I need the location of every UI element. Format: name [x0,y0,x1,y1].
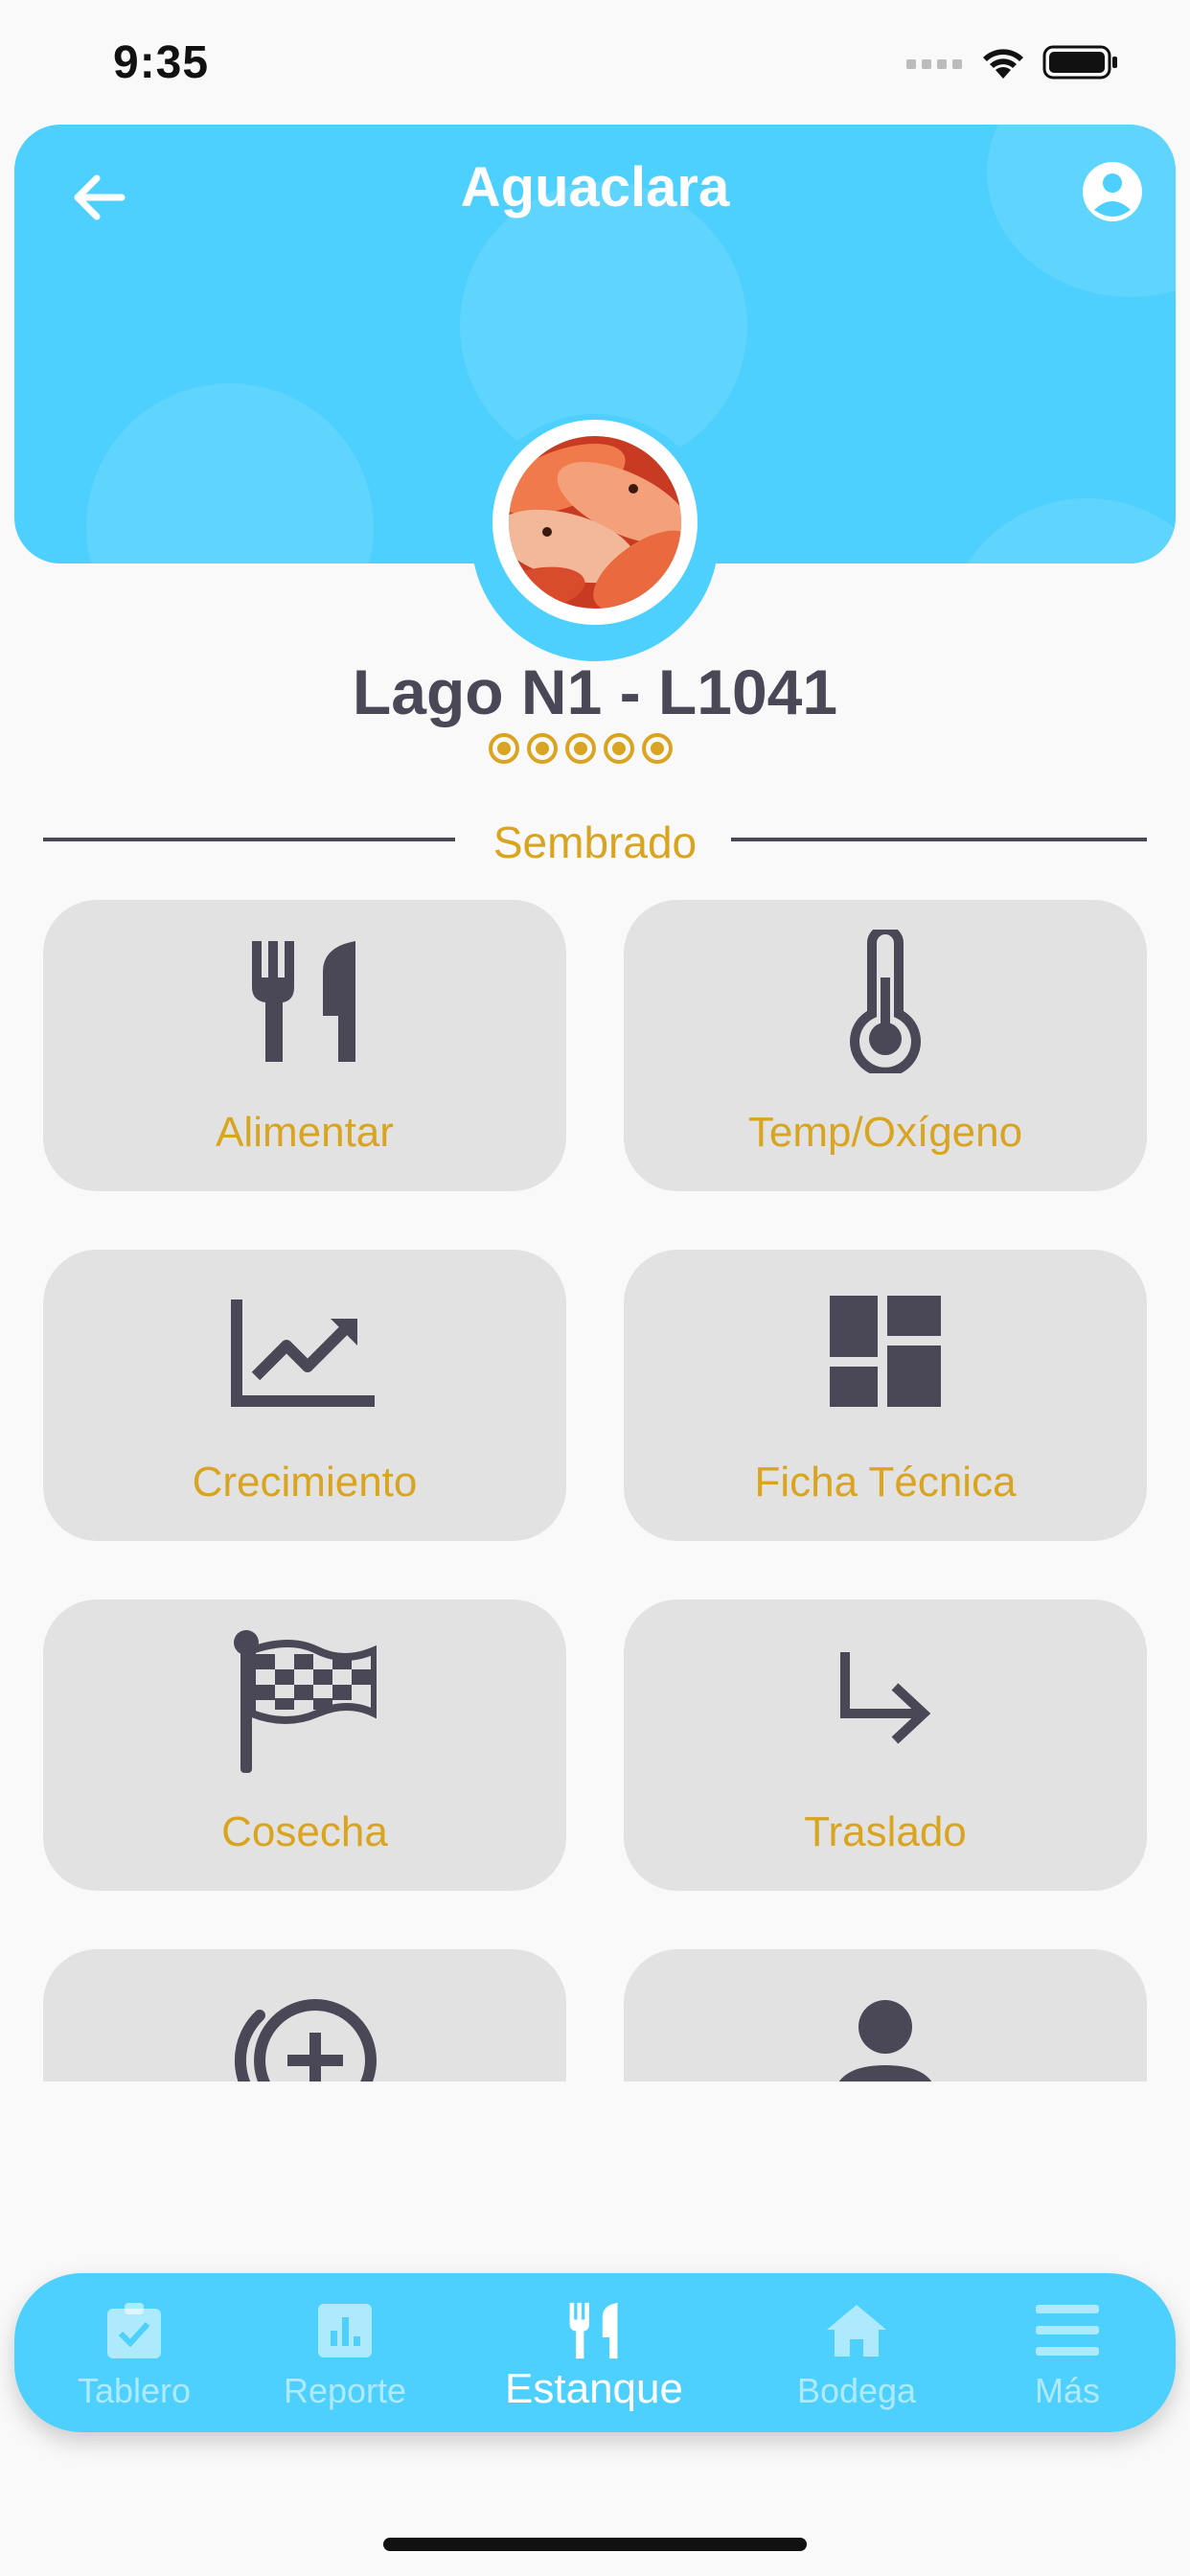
nav-reporte[interactable]: Reporte [246,2273,444,2432]
fish-photo [509,436,681,609]
temp-oxigeno-button[interactable]: Temp/Oxígeno [624,900,1147,1191]
person-icon [838,2000,932,2082]
nav-mas-label: Más [1034,2371,1100,2410]
traslado-button[interactable]: Traslado [624,1599,1147,1891]
decorative-bubble [944,498,1176,564]
alimentar-button[interactable]: Alimentar [43,900,566,1191]
trending-up-chart-icon [231,1300,375,1407]
nav-bodega[interactable]: Bodega [758,2273,955,2432]
checkered-flag-icon [234,1630,377,1773]
action-grid: Alimentar Temp/Oxígeno Crecimiento Ficha… [0,891,1190,2082]
add-action-button[interactable] [43,1949,566,2082]
menu-icon [1036,2305,1099,2356]
wifi-icon [983,49,1023,79]
nav-tablero-label: Tablero [77,2371,192,2410]
temp-oxigeno-label: Temp/Oxígeno [747,1109,1023,1156]
bottom-nav: Tablero Reporte Estanque Bodega Más [14,2273,1176,2432]
subdirectory-arrow-icon [840,1652,931,1744]
thermometer-icon [850,930,921,1073]
profile-button[interactable] [1078,157,1147,226]
person-action-button[interactable] [624,1949,1147,2082]
rating-dot-icon [565,733,596,764]
crecimiento-label: Crecimiento [192,1459,418,1506]
rating-dot-icon [527,733,558,764]
pond-name: Lago N1 - L1041 [352,656,838,727]
header-title: Aguaclara [460,156,730,218]
ficha-tecnica-button[interactable]: Ficha Técnica [624,1250,1147,1541]
section-label: Sembrado [492,817,698,867]
nav-reporte-label: Reporte [283,2371,407,2410]
section-divider-right [731,838,1147,841]
ficha-tecnica-label: Ficha Técnica [754,1459,1017,1506]
alimentar-label: Alimentar [216,1109,394,1156]
status-time: 9:35 [113,37,210,88]
nav-tablero[interactable]: Tablero [35,2273,233,2432]
add-circle-history-icon [234,1999,377,2082]
nav-mas[interactable]: Más [969,2273,1166,2432]
rating-dot-icon [642,733,673,764]
home-indicator[interactable] [383,2538,807,2551]
battery-icon [1042,45,1117,80]
fork-knife-icon [569,2302,618,2359]
home-icon [827,2305,886,2357]
traslado-label: Traslado [804,1808,967,1855]
decorative-bubble [86,383,374,564]
status-icons [906,44,1119,80]
nav-estanque-label: Estanque [505,2365,683,2412]
cosecha-button[interactable]: Cosecha [43,1599,566,1891]
rating [489,733,673,764]
dashboard-icon [830,1296,941,1407]
status-bar: 9:35 [0,0,1190,125]
cellular-signal-icon [906,59,962,69]
cosecha-label: Cosecha [221,1808,388,1855]
nav-estanque[interactable]: Estanque [495,2273,693,2432]
nav-bodega-label: Bodega [796,2371,917,2410]
account-circle-icon [1083,162,1142,221]
bar-chart-icon [318,2304,372,2358]
rating-dot-icon [489,733,519,764]
clipboard-check-icon [107,2303,161,2358]
pond-avatar [509,436,681,609]
rating-dot-icon [604,733,634,764]
fork-knife-icon [252,941,355,1062]
crecimiento-button[interactable]: Crecimiento [43,1250,566,1541]
